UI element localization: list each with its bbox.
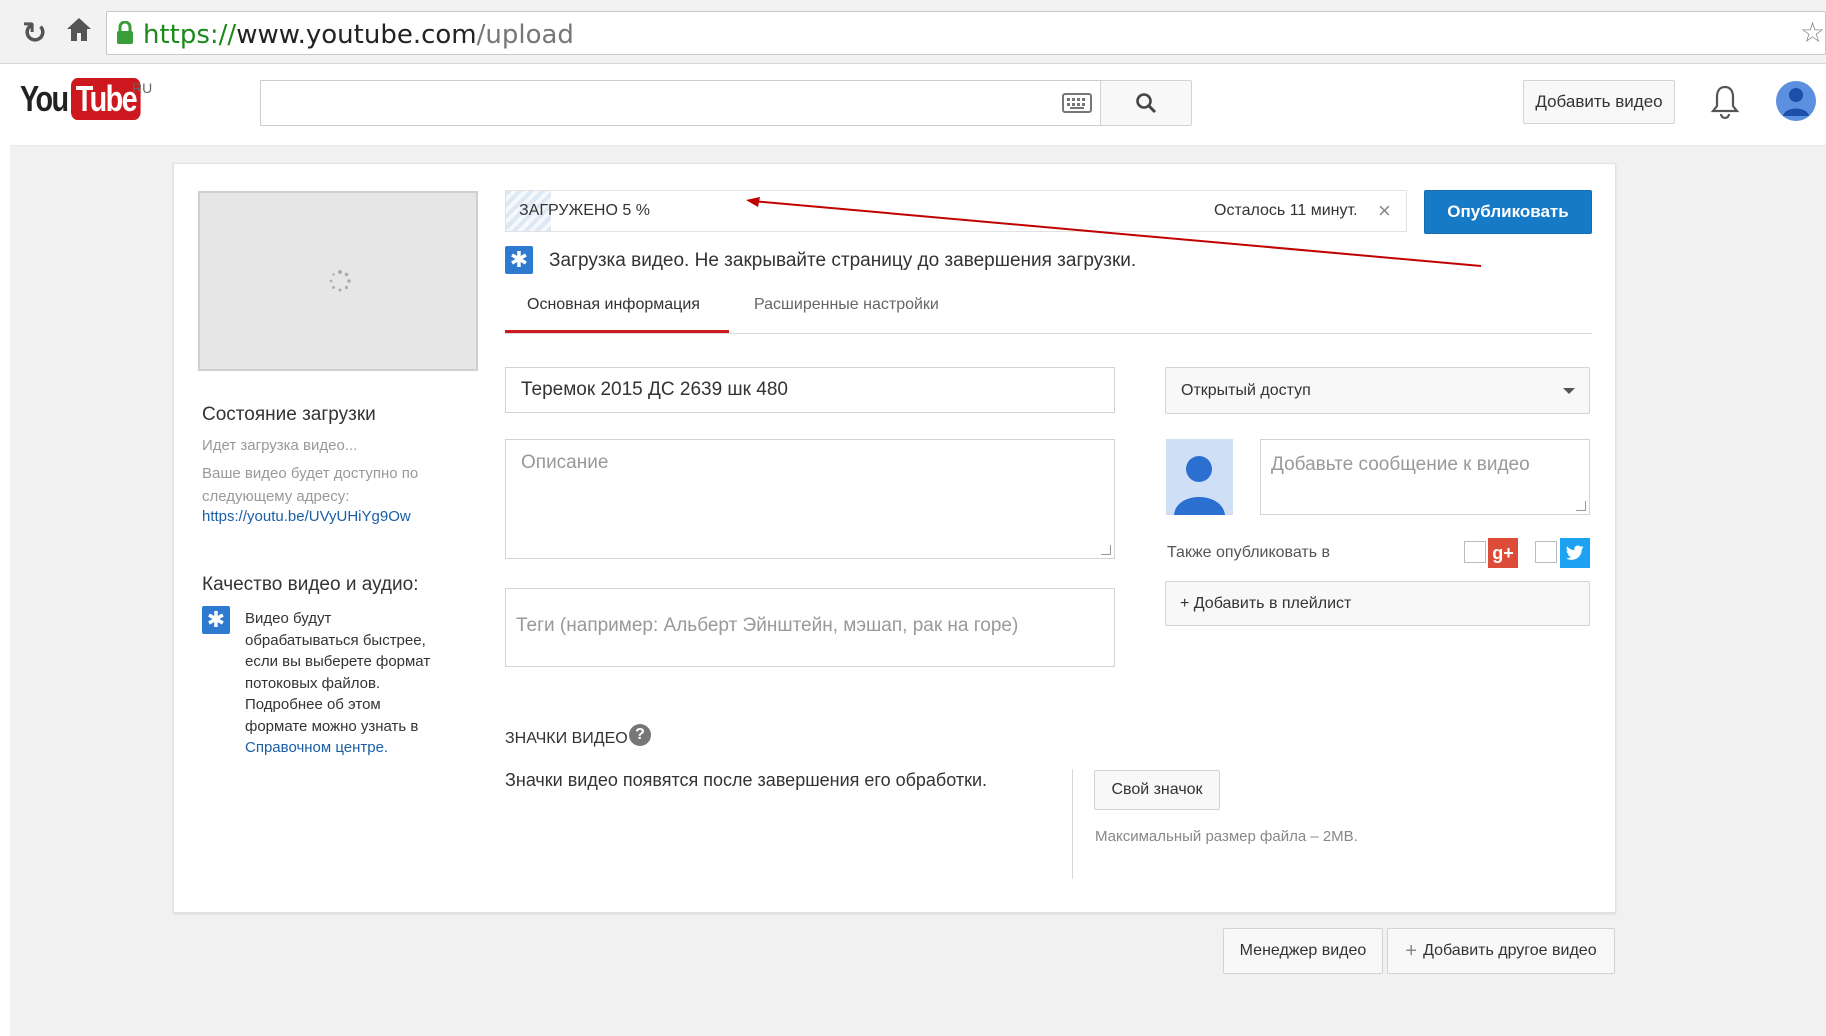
address-bar[interactable]: https://www.youtube.com/upload (106, 11, 1826, 55)
help-center-link[interactable]: Справочном центре. (245, 739, 388, 756)
share-message-textarea[interactable]: Добавьте сообщение к видео (1260, 439, 1590, 515)
quality-line: потоковых файлов. (245, 674, 381, 692)
user-avatar-icon (1776, 81, 1816, 121)
privacy-select[interactable]: Открытый доступ (1165, 367, 1590, 414)
annotation-arrow (746, 197, 1482, 267)
search-input[interactable] (260, 80, 1112, 126)
tags-input[interactable]: Теги (например: Альберт Эйнштейн, мэшап,… (505, 588, 1115, 667)
video-title-value: Теремок 2015 ДС 2639 шк 480 (521, 379, 788, 400)
loading-spinner-icon (328, 269, 352, 298)
resize-grip-icon[interactable] (1576, 501, 1586, 511)
notifications-bell-icon[interactable] (1710, 84, 1740, 125)
video-title-input[interactable]: Теремок 2015 ДС 2639 шк 480 (505, 367, 1115, 413)
search-icon (1136, 93, 1157, 114)
video-preview (198, 191, 478, 371)
upload-video-button[interactable]: Добавить видео (1523, 80, 1675, 124)
address-text-2: следующему адресу: (202, 488, 350, 505)
thumbnails-text: Значки видео появятся после завершения е… (505, 770, 988, 790)
add-another-video-button[interactable]: + Добавить другое видео (1387, 928, 1615, 974)
privacy-select-value: Открытый доступ (1181, 381, 1311, 399)
search-button[interactable] (1100, 80, 1192, 126)
max-file-size-text: Максимальный размер файла – 2MB. (1095, 828, 1358, 845)
home-icon[interactable] (64, 14, 94, 49)
region-label: RU (132, 80, 153, 96)
bookmark-star-icon[interactable]: ☆ (1800, 16, 1825, 49)
account-avatar[interactable] (1775, 78, 1817, 124)
quality-line: Подробнее об этом (245, 696, 381, 713)
quality-line: обрабатываться быстрее, (245, 631, 426, 649)
upload-status-text: Идет загрузка видео... (202, 437, 358, 454)
site-header: You Tube RU Добавить видео (10, 64, 1826, 146)
lock-icon (115, 20, 135, 50)
upload-progress-label: ЗАГРУЖЕНО 5 % (519, 202, 650, 219)
quality-line: если вы выберете формат (245, 653, 431, 670)
google-plus-icon: g+ (1488, 538, 1518, 568)
keyboard-icon[interactable] (1062, 93, 1092, 118)
quality-text: Видео будут обрабатываться быстрее, если… (245, 608, 430, 759)
help-question-icon[interactable]: ? (629, 724, 651, 746)
share-message-placeholder: Добавьте сообщение к видео (1271, 454, 1530, 475)
notice-star-icon: ✱ (505, 246, 533, 274)
upload-status-title: Состояние загрузки (202, 404, 376, 425)
channel-avatar (1166, 439, 1233, 515)
upload-card: Состояние загрузки Идет загрузка видео..… (173, 163, 1616, 913)
tab-basic-info-label: Основная информация (527, 296, 700, 313)
quality-line: Видео будут (245, 610, 332, 627)
reload-icon[interactable]: ↻ (22, 16, 47, 51)
address-text-1: Ваше видео будет доступно по (202, 465, 419, 482)
resize-grip-icon[interactable] (1101, 545, 1111, 555)
video-manager-button[interactable]: Менеджер видео (1223, 928, 1383, 974)
add-another-video-label: Добавить другое видео (1423, 942, 1597, 959)
logo-tube-text: Tube (71, 78, 142, 120)
video-url-link[interactable]: https://youtu.be/UVyUHiYg9Ow (202, 508, 411, 525)
tab-advanced-settings-label: Расширенные настройки (754, 296, 939, 313)
thumbnails-title: ЗНАЧКИ ВИДЕО (505, 730, 628, 747)
google-plus-checkbox[interactable] (1464, 541, 1486, 563)
description-placeholder: Описание (521, 452, 609, 473)
browser-toolbar: ↻ https://www.youtube.com/upload ☆ (0, 0, 1826, 64)
user-silhouette-icon (1174, 456, 1225, 515)
quality-title: Качество видео и аудио: (202, 574, 419, 595)
description-textarea[interactable]: Описание (505, 439, 1115, 559)
custom-thumbnail-button[interactable]: Свой значок (1094, 770, 1220, 810)
info-star-icon: ✱ (202, 606, 230, 634)
twitter-checkbox[interactable] (1535, 541, 1557, 563)
tabs-divider (505, 333, 1592, 334)
logo-you-text: You (20, 78, 69, 119)
also-publish-label: Также опубликовать в (1167, 544, 1331, 561)
twitter-icon (1560, 538, 1590, 568)
add-to-playlist-label: + Добавить в плейлист (1180, 594, 1352, 612)
tags-placeholder: Теги (например: Альберт Эйнштейн, мэшап,… (516, 615, 1019, 636)
plus-icon: + (1405, 939, 1418, 962)
add-to-playlist-button[interactable]: + Добавить в плейлист (1165, 581, 1590, 626)
tab-advanced-settings[interactable]: Расширенные настройки (754, 276, 974, 334)
url-text: https://www.youtube.com/upload (143, 20, 574, 50)
tab-basic-info[interactable]: Основная информация (505, 276, 729, 334)
quality-line: формате можно узнать в (245, 717, 419, 735)
dropdown-arrow-icon (1563, 388, 1575, 394)
thumbnails-divider (1072, 769, 1073, 879)
